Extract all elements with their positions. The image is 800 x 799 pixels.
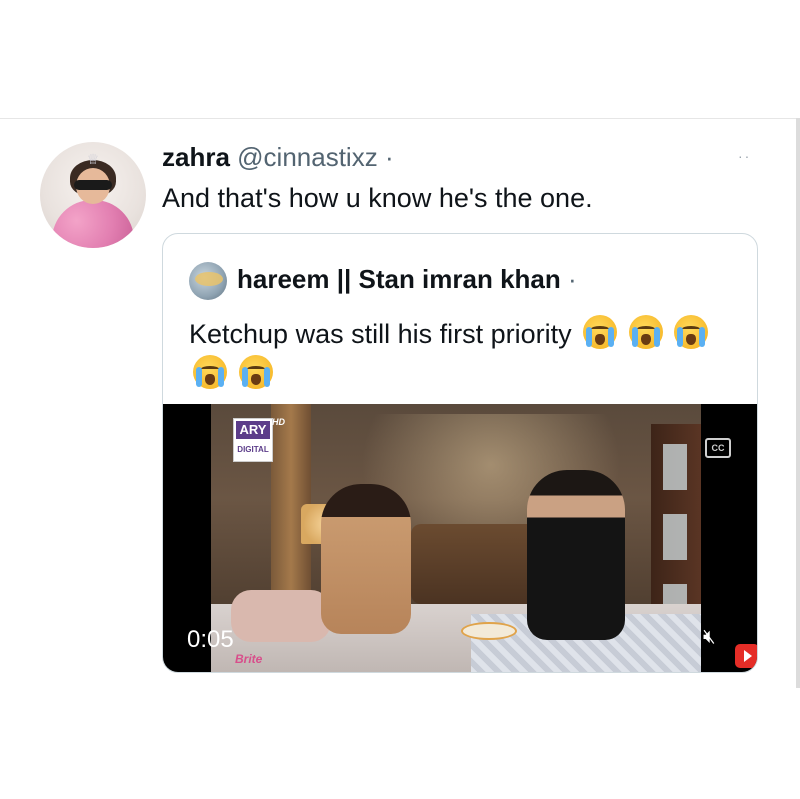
video-frame — [211, 404, 701, 672]
video-player[interactable]: ARY HD DIGITAL CC 0:05 🔇︎ Brite — [163, 404, 757, 672]
pillow — [231, 590, 331, 642]
quoted-tweet-card[interactable]: hareem || Stan imran khan · Ketchup was … — [162, 233, 758, 673]
speaker-muted-icon[interactable]: 🔇︎ — [703, 626, 716, 649]
crying-emoji-icon — [583, 315, 618, 349]
woman-figure — [321, 484, 411, 634]
tweet-header: zahra @cinnastixz · — [162, 142, 394, 173]
right-edge-border — [796, 118, 800, 688]
author-handle[interactable]: @cinnastixz — [237, 142, 378, 172]
top-blank-area — [0, 0, 800, 118]
ellipsis-icon[interactable]: ·· — [738, 148, 751, 164]
quoted-tweet-header: hareem || Stan imran khan · — [237, 264, 577, 295]
quoted-header-separator: · — [568, 264, 577, 294]
channel-logo-sub: DIGITAL — [236, 443, 270, 457]
crying-emoji-icon — [238, 355, 273, 389]
channel-logo-text: ARY — [236, 421, 270, 439]
sponsor-watermark: Brite — [235, 652, 263, 666]
plate — [461, 622, 517, 640]
channel-logo-hd: HD — [272, 417, 285, 427]
video-timestamp: 0:05 — [187, 626, 234, 653]
avatar-dress — [52, 200, 134, 248]
author-name[interactable]: zahra — [162, 142, 230, 172]
crying-emoji-icon — [193, 355, 227, 389]
channel-logo: ARY HD DIGITAL — [233, 417, 285, 462]
avatar-art — [195, 272, 223, 286]
crying-emoji-icon — [628, 315, 663, 349]
header-separator: · — [384, 142, 394, 172]
door-pane — [663, 444, 687, 490]
tiara-icon: ♕ — [86, 151, 100, 167]
top-divider — [0, 118, 800, 119]
crying-emoji-icon — [674, 315, 709, 349]
youtube-subscribe-icon[interactable] — [735, 644, 757, 668]
closed-captions-icon[interactable]: CC — [705, 438, 731, 458]
sofa — [411, 524, 541, 604]
man-figure — [527, 470, 625, 640]
quoted-text-body: Ketchup was still his first priority — [189, 319, 572, 349]
door-pane — [663, 514, 687, 560]
tweet-text: And that's how u know he's the one. — [162, 183, 593, 213]
quoted-author-name[interactable]: hareem || Stan imran khan — [237, 264, 561, 294]
quoted-author-avatar[interactable] — [189, 262, 227, 300]
avatar-sunglasses — [74, 180, 112, 190]
avatar[interactable]: ♕ — [40, 142, 146, 248]
quoted-tweet-text: Ketchup was still his first priority — [189, 314, 749, 394]
